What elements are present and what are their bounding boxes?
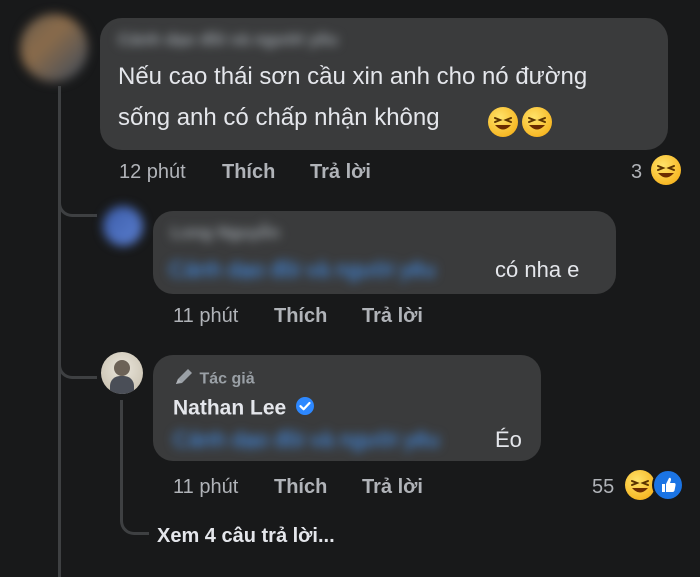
reply-1-time[interactable]: 11 phút — [173, 305, 238, 328]
thread-line-main — [58, 86, 61, 577]
comment-1-bubble: Cánh dạo đồi và người yêu Nếu cao thái s… — [100, 18, 668, 150]
verified-badge-icon — [295, 396, 315, 421]
avatar-commenter[interactable] — [20, 14, 88, 82]
comment-1-reaction-count[interactable]: 3 — [631, 161, 642, 184]
reply-2-author[interactable]: Nathan Lee — [173, 397, 286, 420]
laughing-emoji-icon[interactable] — [625, 470, 655, 500]
avatar-figure — [114, 360, 130, 376]
reply-2-reaction-count[interactable]: 55 — [592, 476, 614, 499]
comment-1-author[interactable]: Cánh dạo đồi và người yêu — [118, 30, 338, 50]
comment-1-text-line2: sống anh có chấp nhận không — [118, 104, 440, 131]
reply-2-time[interactable]: 11 phút — [173, 476, 238, 499]
reply-1-mention[interactable]: Cánh dạo đồi và người yêu — [169, 257, 435, 283]
reply-1-like-button[interactable]: Thích — [274, 305, 327, 328]
comment-1-time[interactable]: 12 phút — [119, 161, 186, 184]
like-icon[interactable] — [652, 469, 684, 501]
comment-1-text-line1: Nếu cao thái sơn cầu xin anh cho nó đườn… — [118, 63, 588, 90]
author-badge-label: Tác giả — [199, 370, 255, 388]
comment-1-reply-button[interactable]: Trả lời — [310, 161, 371, 184]
reply-2-like-button[interactable]: Thích — [274, 476, 327, 499]
avatar-figure-body — [110, 376, 134, 394]
author-badge: Tác giả — [173, 367, 255, 392]
pencil-icon — [173, 367, 195, 392]
laughing-emoji-icon[interactable] — [651, 155, 681, 185]
laughing-emoji-icon — [488, 107, 518, 137]
thread-connector-2 — [58, 348, 97, 379]
laughing-emoji-icon — [522, 107, 552, 137]
avatar-reply-1[interactable] — [103, 206, 143, 246]
reply-1-text: có nha e — [495, 257, 580, 282]
comment-1-like-button[interactable]: Thích — [222, 161, 275, 184]
thread-connector-1 — [58, 186, 97, 217]
reply-2-mention[interactable]: Cánh dạo đồi và người yêu — [173, 427, 483, 453]
reply-2-author-wrap: Nathan Lee — [173, 396, 315, 421]
reply-2-reply-button[interactable]: Trả lời — [362, 476, 423, 499]
avatar-nathan-lee[interactable] — [101, 352, 143, 394]
reply-1-bubble: Long Nguyễn Cánh dạo đồi và người yêu có… — [153, 211, 616, 294]
reply-2-text: Éo — [495, 427, 522, 452]
reply-1-author[interactable]: Long Nguyễn — [171, 223, 280, 243]
reply-2-bubble: Tác giả Nathan Lee Cánh dạo đồi và người… — [153, 355, 541, 461]
thread-connector-3 — [120, 400, 149, 535]
comment-1-text-line2-wrap: sống anh có chấp nhận không — [118, 104, 440, 132]
view-more-replies[interactable]: Xem 4 câu trả lời... — [157, 525, 335, 548]
reply-1-reply-button[interactable]: Trả lời — [362, 305, 423, 328]
